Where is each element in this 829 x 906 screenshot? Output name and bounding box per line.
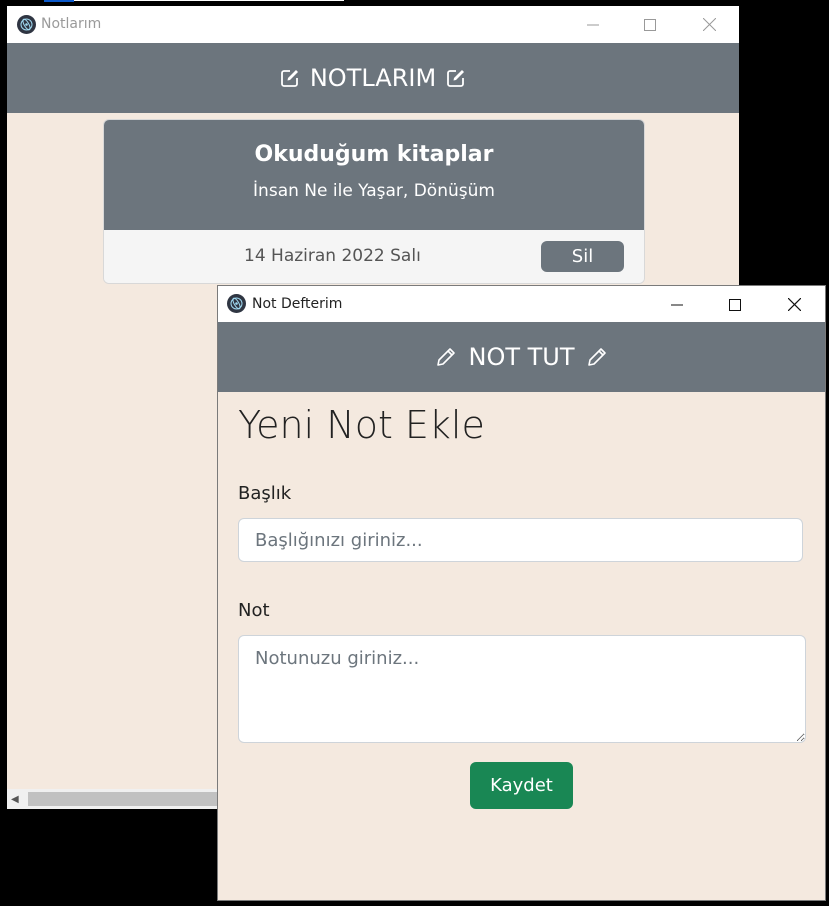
scrollbar-thumb[interactable] [28, 792, 218, 806]
note-title: Okuduğum kitaplar [254, 142, 494, 167]
page-header: NOT TUT [218, 322, 825, 392]
title-label: Başlık [238, 483, 292, 504]
edit-square-icon [280, 68, 300, 88]
edit-square-icon [446, 68, 466, 88]
pencil-icon [587, 347, 607, 367]
close-icon [787, 298, 801, 311]
close-icon [702, 18, 716, 31]
window-title: Notlarım [41, 16, 102, 32]
note-card-footer: 14 Haziran 2022 Salı Sil [104, 230, 644, 283]
minimize-icon [671, 304, 683, 305]
horizontal-scrollbar[interactable]: ◀ [7, 789, 227, 809]
minimize-button[interactable] [654, 286, 700, 323]
note-date: 14 Haziran 2022 Salı [244, 246, 421, 266]
titlebar[interactable]: Notlarım [7, 6, 739, 43]
titlebar[interactable]: Not Defterim [218, 286, 825, 322]
pencil-icon [436, 347, 456, 367]
delete-button[interactable]: Sil [541, 241, 624, 272]
title-input[interactable] [238, 518, 803, 562]
app-icon [17, 15, 36, 34]
window-title: Not Defterim [252, 296, 343, 312]
close-button[interactable] [771, 286, 817, 323]
maximize-button[interactable] [712, 286, 758, 323]
page-title: NOT TUT [468, 343, 575, 371]
desktop-accent [44, 0, 74, 2]
not-defterim-window: Not Defterim NOT TUT Yeni Not Ekle Başlı… [217, 285, 826, 901]
maximize-button[interactable] [627, 6, 673, 43]
maximize-icon [644, 18, 656, 31]
page-title: NOTLARIM [309, 64, 437, 92]
form-title: Yeni Not Ekle [238, 403, 485, 447]
save-button[interactable]: Kaydet [470, 762, 573, 809]
note-card: Okuduğum kitaplar İnsan Ne ile Yaşar, Dö… [103, 119, 645, 284]
minimize-icon [587, 24, 599, 25]
minimize-button[interactable] [570, 6, 616, 43]
note-textarea[interactable] [238, 635, 806, 743]
note-card-body: Okuduğum kitaplar İnsan Ne ile Yaşar, Dö… [104, 120, 644, 230]
desktop-edge [44, 0, 344, 1]
app-icon [227, 294, 246, 313]
note-label: Not [238, 600, 270, 621]
note-text: İnsan Ne ile Yaşar, Dönüşüm [253, 181, 495, 201]
scroll-left-icon[interactable]: ◀ [11, 794, 19, 805]
page-header: NOTLARIM [7, 43, 739, 113]
close-button[interactable] [686, 6, 732, 43]
maximize-icon [729, 298, 741, 311]
